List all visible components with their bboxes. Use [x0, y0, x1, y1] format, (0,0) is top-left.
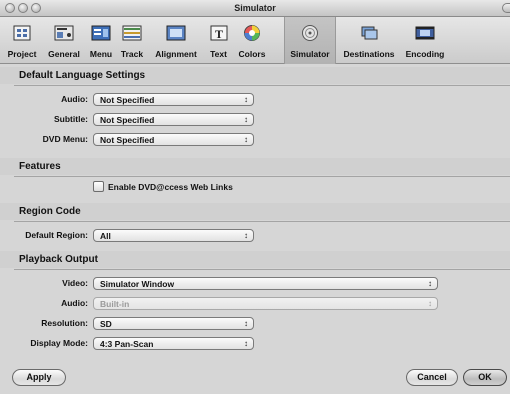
display-mode-label: Display Mode: [30, 338, 88, 348]
section-divider [14, 269, 510, 270]
alignment-icon [166, 25, 186, 41]
tab-encoding-label: Encoding [405, 49, 445, 59]
tab-colors[interactable]: Colors [233, 17, 271, 64]
tab-alignment-label: Alignment [155, 49, 197, 59]
project-icon [13, 25, 31, 41]
display-mode-value: 4:3 Pan-Scan [100, 339, 154, 349]
language-audio-popup[interactable]: Not Specified ↕ [93, 93, 254, 106]
encoding-icon [415, 26, 435, 40]
window-title: Simulator [234, 3, 276, 13]
tab-destinations[interactable]: Destinations [338, 17, 400, 64]
playback-audio-value: Built-in [100, 299, 130, 309]
resolution-popup[interactable]: SD ↕ [93, 317, 254, 330]
tab-project[interactable]: Project [3, 17, 41, 64]
language-subtitle-label: Subtitle: [54, 114, 88, 124]
tab-simulator-label: Simulator [290, 49, 330, 59]
tab-text-label: Text [210, 49, 227, 59]
tab-menu-label: Menu [89, 49, 113, 59]
default-region-label: Default Region: [25, 230, 88, 240]
section-divider [14, 85, 510, 86]
section-divider [14, 176, 510, 177]
tab-colors-label: Colors [238, 49, 266, 59]
tab-destinations-label: Destinations [343, 49, 395, 59]
preferences-toolbar: Project General Menu Track Alignment T T… [0, 17, 510, 64]
region-section-heading: Region Code [0, 203, 510, 220]
destinations-icon [361, 26, 378, 40]
ok-button[interactable]: OK [463, 369, 507, 386]
menu-icon [91, 25, 111, 41]
tab-text[interactable]: T Text [205, 17, 232, 64]
language-audio-label: Audio: [61, 94, 88, 104]
language-section-heading: Default Language Settings [0, 67, 510, 84]
apply-button[interactable]: Apply [12, 369, 66, 386]
playback-video-popup[interactable]: Simulator Window ↕ [93, 277, 438, 290]
toolbar-toggle-icon[interactable] [502, 3, 510, 13]
section-divider [14, 221, 510, 222]
playback-audio-label: Audio: [61, 298, 88, 308]
tab-encoding[interactable]: Encoding [401, 17, 449, 64]
default-region-value: All [100, 231, 111, 241]
tab-track-label: Track [120, 49, 144, 59]
playback-section-heading: Playback Output [0, 251, 510, 268]
updown-arrows-icon: ↕ [244, 95, 248, 104]
playback-video-value: Simulator Window [100, 279, 175, 289]
display-mode-popup[interactable]: 4:3 Pan-Scan ↕ [93, 337, 254, 350]
updown-arrows-icon: ↕ [244, 115, 248, 124]
language-audio-value: Not Specified [100, 95, 155, 105]
language-dvdmenu-label: DVD Menu: [42, 134, 88, 144]
general-icon [54, 25, 74, 41]
language-subtitle-value: Not Specified [100, 115, 155, 125]
features-section-heading: Features [0, 158, 510, 175]
updown-arrows-icon: ↕ [428, 279, 432, 288]
tab-general-label: General [48, 49, 80, 59]
language-dvdmenu-popup[interactable]: Not Specified ↕ [93, 133, 254, 146]
text-icon: T [210, 25, 227, 41]
updown-arrows-icon: ↕ [244, 319, 248, 328]
resolution-label: Resolution: [41, 318, 88, 328]
title-bar: Simulator [0, 0, 510, 17]
tab-simulator[interactable]: Simulator [284, 17, 336, 64]
playback-video-label: Video: [62, 278, 88, 288]
language-subtitle-popup[interactable]: Not Specified ↕ [93, 113, 254, 126]
language-dvdmenu-value: Not Specified [100, 135, 155, 145]
tab-project-label: Project [7, 49, 37, 59]
updown-arrows-icon: ↕ [428, 299, 432, 308]
dvd-access-checkbox[interactable] [93, 181, 104, 192]
resolution-value: SD [100, 319, 112, 329]
playback-audio-popup[interactable]: Built-in ↕ [93, 297, 438, 310]
track-icon [122, 25, 142, 41]
colors-icon [244, 25, 260, 41]
tab-menu[interactable]: Menu [86, 17, 116, 64]
updown-arrows-icon: ↕ [244, 339, 248, 348]
tab-track[interactable]: Track [117, 17, 147, 64]
dvd-access-label[interactable]: Enable DVD@ccess Web Links [108, 182, 233, 192]
updown-arrows-icon: ↕ [244, 231, 248, 240]
tab-general[interactable]: General [42, 17, 86, 64]
simulator-icon [302, 25, 318, 41]
tab-alignment[interactable]: Alignment [148, 17, 204, 64]
updown-arrows-icon: ↕ [244, 135, 248, 144]
svg-text:T: T [214, 27, 222, 41]
cancel-button[interactable]: Cancel [406, 369, 458, 386]
default-region-popup[interactable]: All ↕ [93, 229, 254, 242]
